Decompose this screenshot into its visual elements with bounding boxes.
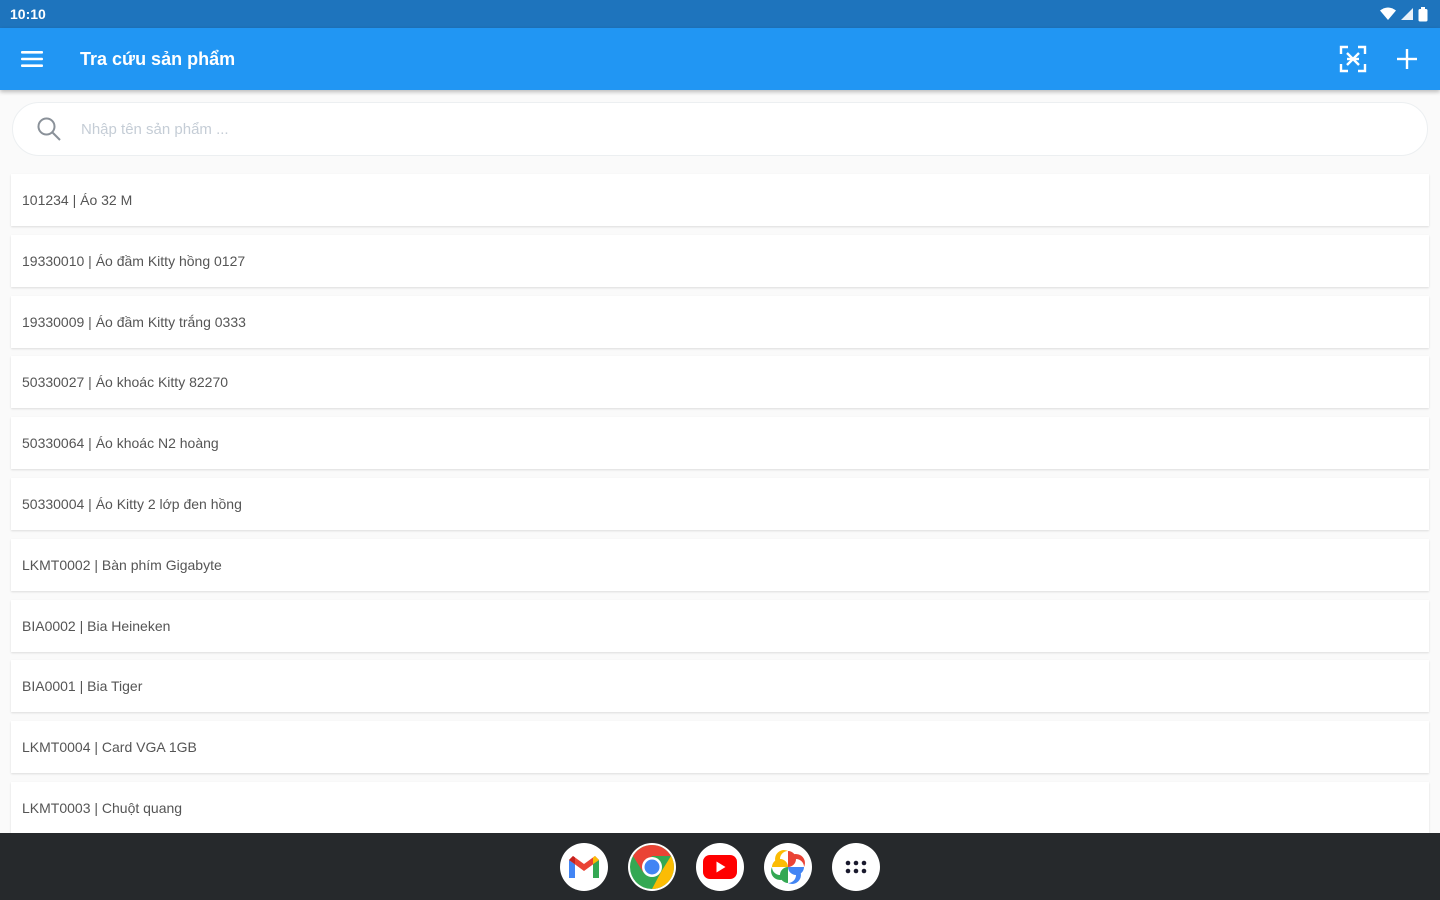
search-icon — [19, 116, 79, 142]
app-drawer-button[interactable] — [832, 842, 880, 891]
app-bar: Tra cứu sản phẩm — [0, 28, 1440, 90]
list-item[interactable]: 50330027 | Áo khoác Kitty 82270 — [11, 356, 1429, 409]
product-label: BIA0002 | Bia Heineken — [22, 617, 171, 634]
gmail-app[interactable] — [560, 842, 608, 891]
product-label: 50330064 | Áo khoác N2 hoàng — [22, 435, 219, 452]
list-item[interactable]: 19330010 | Áo đầm Kitty hồng 0127 — [11, 234, 1429, 287]
status-icons — [1380, 6, 1428, 22]
product-label: 19330010 | Áo đầm Kitty hồng 0127 — [22, 252, 246, 269]
list-item[interactable]: LKMT0004 | Card VGA 1GB — [11, 721, 1429, 774]
app-drawer-icon — [845, 860, 867, 873]
youtube-icon — [703, 854, 737, 879]
chrome-icon — [630, 844, 674, 889]
list-item[interactable]: LKMT0002 | Bàn phím Gigabyte — [11, 538, 1429, 591]
hamburger-menu-icon — [21, 51, 43, 67]
list-item[interactable]: 50330064 | Áo khoác N2 hoàng — [11, 417, 1429, 470]
photos-icon — [771, 849, 805, 884]
plus-icon — [1397, 49, 1417, 69]
search-input[interactable] — [81, 120, 1427, 138]
cellular-signal-icon — [1401, 8, 1413, 20]
wifi-icon — [1380, 7, 1396, 20]
product-label: LKMT0002 | Bàn phím Gigabyte — [22, 556, 222, 573]
product-label: LKMT0003 | Chuột quang — [22, 799, 183, 816]
status-bar: 10:10 — [0, 0, 1440, 28]
list-item[interactable]: 101234 | Áo 32 M — [11, 174, 1429, 226]
gmail-icon — [569, 855, 599, 878]
product-label: 50330027 | Áo khoác Kitty 82270 — [22, 374, 229, 391]
list-item[interactable]: 50330004 | Áo Kitty 2 lớp đen hồng — [11, 477, 1429, 530]
product-label: 19330009 | Áo đầm Kitty trắng 0333 — [22, 313, 246, 330]
youtube-app[interactable] — [696, 842, 744, 891]
product-label: 50330004 | Áo Kitty 2 lớp đen hồng — [22, 495, 242, 512]
app-bar-actions — [1328, 34, 1432, 84]
page-title: Tra cứu sản phẩm — [80, 48, 236, 69]
photos-app[interactable] — [764, 842, 812, 891]
chrome-app[interactable] — [628, 842, 676, 891]
search-box[interactable] — [12, 102, 1428, 156]
barcode-scan-icon — [1339, 45, 1367, 73]
product-label: BIA0001 | Bia Tiger — [22, 678, 143, 695]
product-label: 101234 | Áo 32 M — [22, 192, 133, 208]
taskbar-dock — [0, 833, 1440, 900]
product-list: 101234 | Áo 32 M 19330010 | Áo đầm Kitty … — [11, 174, 1429, 833]
main-content: 101234 | Áo 32 M 19330010 | Áo đầm Kitty … — [0, 90, 1440, 833]
status-time: 10:10 — [10, 6, 46, 22]
list-item[interactable]: BIA0001 | Bia Tiger — [11, 660, 1429, 713]
product-label: LKMT0004 | Card VGA 1GB — [22, 739, 197, 756]
list-item[interactable]: 19330009 | Áo đầm Kitty trắng 0333 — [11, 295, 1429, 348]
menu-button[interactable] — [0, 28, 64, 90]
battery-icon — [1418, 6, 1428, 21]
list-item[interactable]: BIA0002 | Bia Heineken — [11, 599, 1429, 652]
add-product-button[interactable] — [1382, 34, 1432, 84]
scan-barcode-button[interactable] — [1328, 34, 1378, 84]
list-item[interactable]: LKMT0003 | Chuột quang — [11, 781, 1429, 833]
